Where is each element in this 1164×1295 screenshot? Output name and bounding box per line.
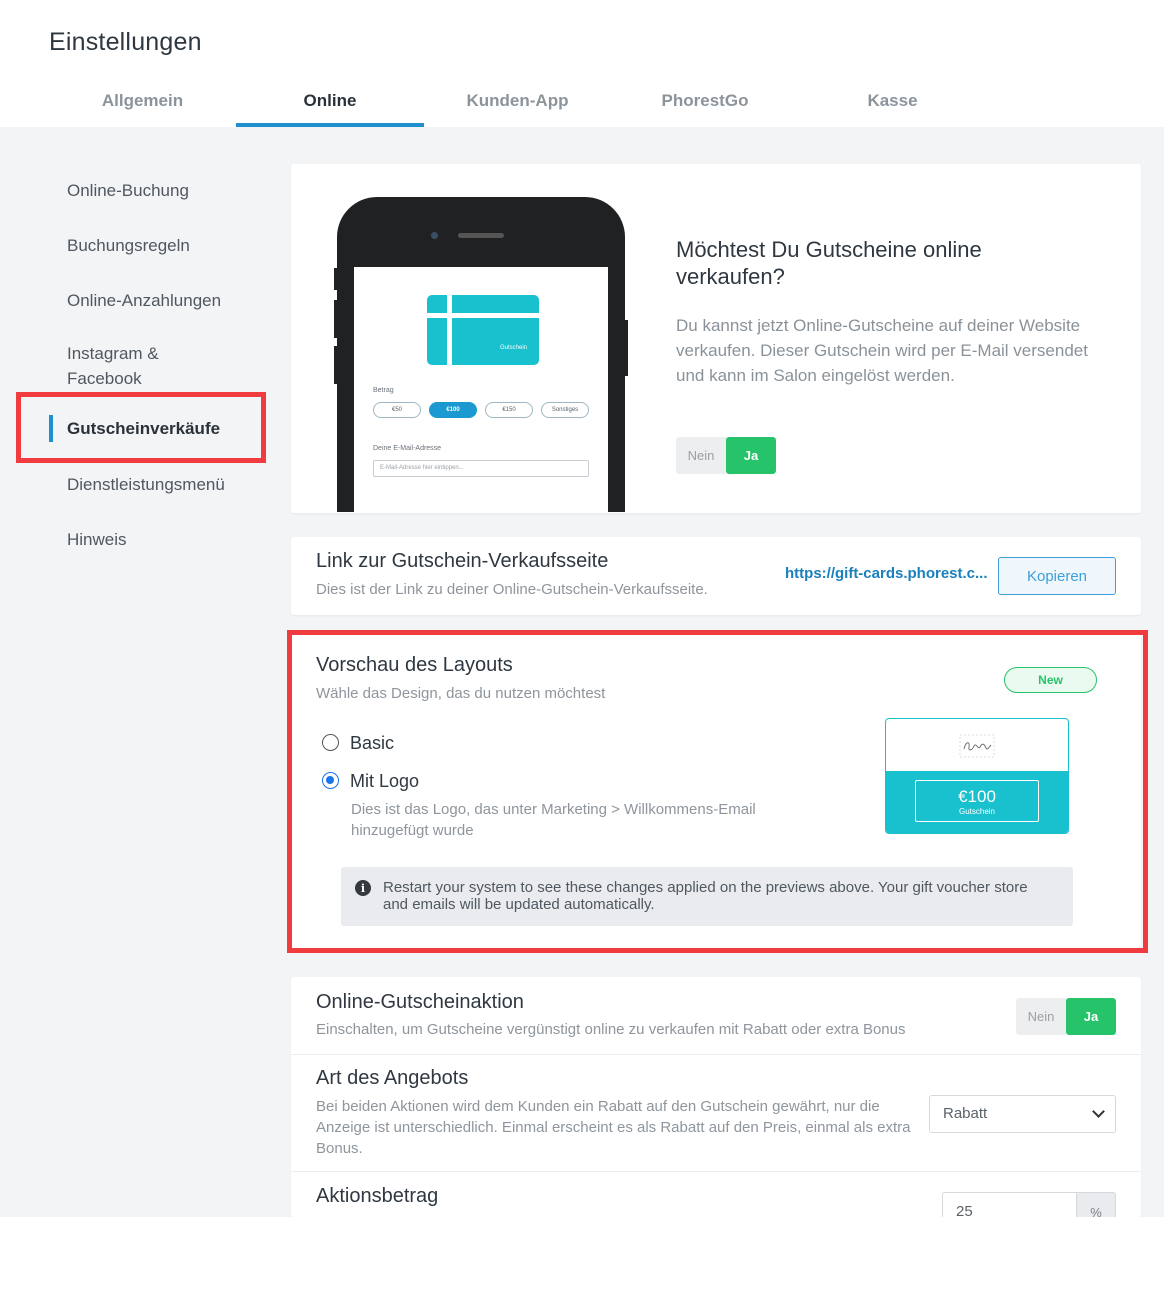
toggle-no[interactable]: Nein bbox=[1016, 998, 1066, 1035]
phone-speaker bbox=[458, 233, 504, 238]
sidebar-item-online-buchung[interactable]: Online-Buchung bbox=[67, 178, 267, 203]
phone-side-button bbox=[334, 300, 338, 338]
offer-type-select[interactable]: Rabatt bbox=[929, 1095, 1116, 1133]
tab-allgemein[interactable]: Allgemein bbox=[49, 76, 236, 126]
promotion-amount-title: Aktionsbetrag bbox=[316, 1185, 439, 1207]
sidebar-item-buchungsregeln[interactable]: Buchungsregeln bbox=[67, 233, 267, 258]
divider bbox=[291, 1054, 1141, 1055]
offer-type-selected-value: Rabatt bbox=[943, 1105, 988, 1122]
toggle-yes[interactable]: Ja bbox=[1066, 998, 1116, 1035]
offer-type-description: Bei beiden Aktionen wird dem Kunden ein … bbox=[316, 1098, 911, 1157]
phone-amount-option: €50 bbox=[373, 402, 421, 418]
phone-side-button bbox=[624, 320, 628, 376]
phone-mockup: Gutschein Betrag €50 €100 €150 Sonstiges… bbox=[337, 197, 625, 512]
top-tabs: Allgemein Online Kunden-App PhorestGo Ka… bbox=[49, 76, 1164, 128]
tab-kunden-app[interactable]: Kunden-App bbox=[424, 76, 611, 126]
tab-online[interactable]: Online bbox=[236, 76, 424, 128]
promotion-section-subtitle: Einschalten, um Gutscheine vergünstigt o… bbox=[316, 1021, 906, 1038]
phone-screen: Gutschein Betrag €50 €100 €150 Sonstiges… bbox=[354, 267, 608, 512]
promotion-toggle[interactable]: Nein Ja bbox=[1016, 998, 1116, 1035]
sidebar-item-hinweis[interactable]: Hinweis bbox=[67, 527, 267, 552]
chevron-down-icon bbox=[1092, 1105, 1105, 1118]
sidebar-item-dienstleistungsmenue[interactable]: Dienstleistungsmenü bbox=[67, 472, 277, 497]
highlight-box-layout bbox=[287, 630, 1148, 953]
bottom-blank-area bbox=[0, 1217, 1164, 1295]
toggle-yes[interactable]: Ja bbox=[726, 437, 776, 474]
phone-amount-label: Betrag bbox=[373, 387, 394, 394]
promotion-section-title: Online-Gutscheinaktion bbox=[316, 991, 524, 1013]
divider bbox=[291, 1171, 1141, 1172]
offer-type-title: Art des Angebots bbox=[316, 1067, 469, 1089]
toggle-no[interactable]: Nein bbox=[676, 437, 726, 474]
page-title: Einstellungen bbox=[49, 28, 202, 56]
sell-online-toggle[interactable]: Nein Ja bbox=[676, 437, 776, 474]
highlight-box-sidebar bbox=[16, 392, 266, 463]
link-section-title: Link zur Gutschein-Verkaufsseite bbox=[316, 550, 609, 572]
phone-amount-option-selected: €100 bbox=[429, 402, 477, 418]
phone-email-input: E-Mail-Adresse hier eintippen... bbox=[373, 460, 589, 477]
phone-camera bbox=[431, 232, 438, 239]
copy-link-button[interactable]: Kopieren bbox=[998, 557, 1116, 595]
phone-side-button bbox=[334, 268, 338, 290]
promo-description: Du kannst jetzt Online-Gutscheine auf de… bbox=[676, 316, 1088, 385]
phone-email-label: Deine E-Mail-Adresse bbox=[373, 445, 442, 452]
phone-amount-option: Sonstiges bbox=[541, 402, 589, 418]
sidebar-item-instagram-facebook[interactable]: Instagram & Facebook bbox=[67, 341, 197, 391]
phone-amount-option: €150 bbox=[485, 402, 533, 418]
tab-kasse[interactable]: Kasse bbox=[799, 76, 986, 126]
gift-card-image: Gutschein bbox=[427, 295, 539, 365]
link-section-subtitle: Dies ist der Link zu deiner Online-Gutsc… bbox=[316, 581, 708, 598]
promo-title: Möchtest Du Gutscheine online verkaufen? bbox=[676, 237, 982, 289]
gift-card-label: Gutschein bbox=[499, 345, 527, 351]
tab-phorestgo[interactable]: PhorestGo bbox=[611, 76, 799, 126]
phone-side-button bbox=[334, 346, 338, 384]
sidebar-item-online-anzahlungen[interactable]: Online-Anzahlungen bbox=[67, 288, 267, 313]
gift-card-store-link[interactable]: https://gift-cards.phorest.c... bbox=[785, 565, 988, 582]
